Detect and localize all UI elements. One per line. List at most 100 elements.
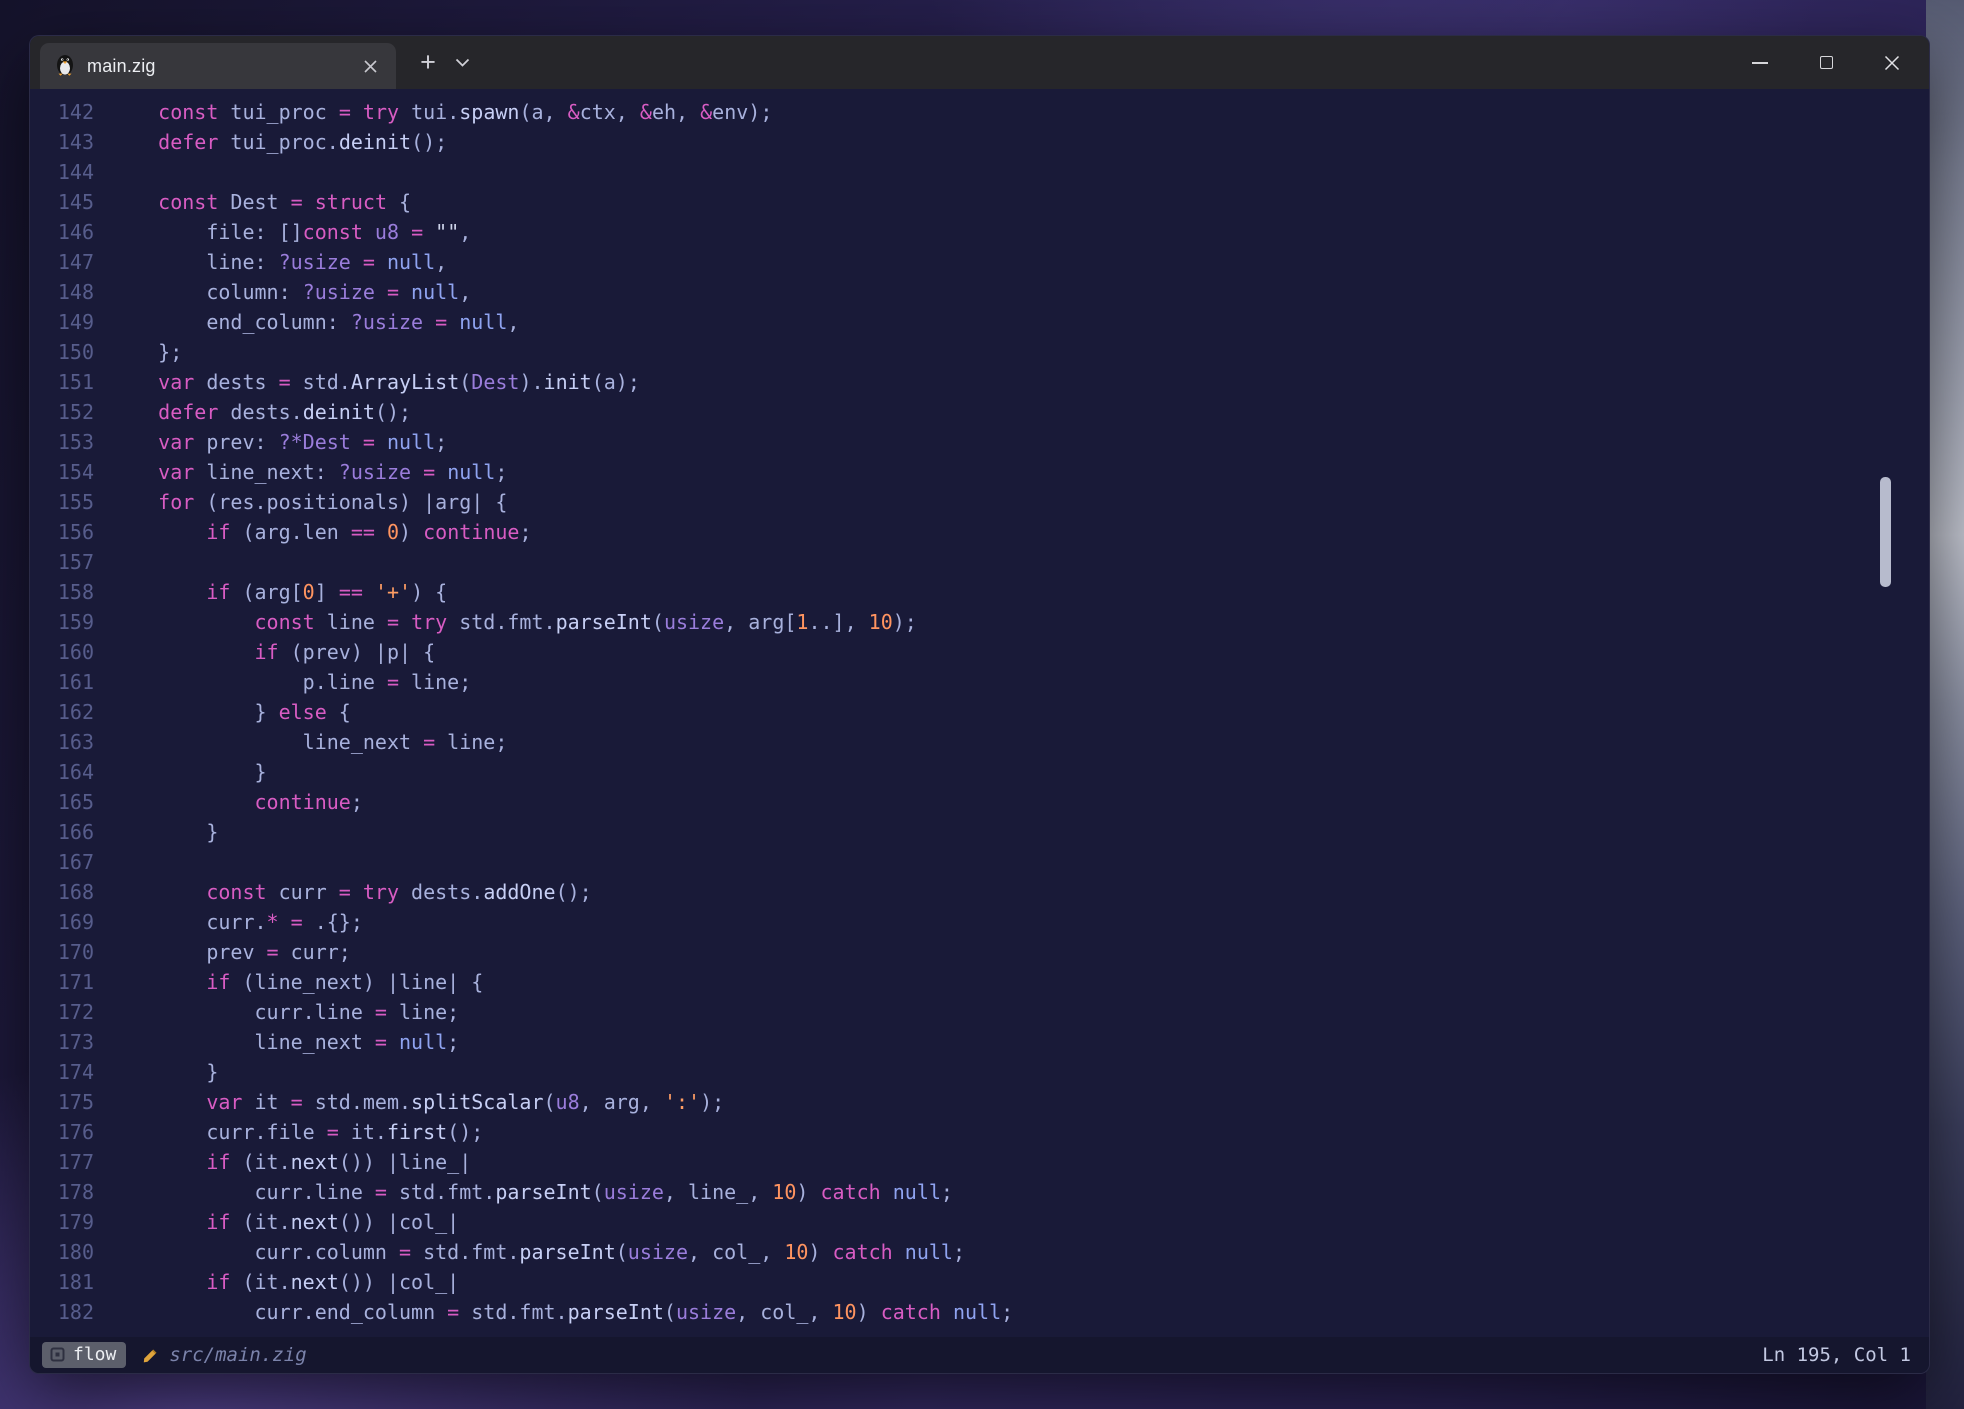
code-line: 154 var line_next: ?usize = null; [30,457,1929,487]
line-number: 154 [30,457,94,487]
window-controls [1735,36,1929,89]
line-number: 182 [30,1297,94,1327]
line-number: 161 [30,667,94,697]
code-text: if (prev) |p| { [110,637,435,667]
code-line: 163 line_next = line; [30,727,1929,757]
code-line: 155 for (res.positionals) |arg| { [30,487,1929,517]
maximize-icon [1820,56,1833,69]
tab-list-chevron-icon[interactable] [455,58,470,68]
close-button[interactable] [1867,36,1917,89]
code-editor[interactable]: 142 const tui_proc = try tui.spawn(a, &c… [30,89,1929,1337]
new-tab-button[interactable]: + [413,49,443,76]
code-line: 152 defer dests.deinit(); [30,397,1929,427]
tab-close-icon[interactable] [358,54,382,78]
code-text: if (it.next()) |line_| [110,1147,471,1177]
code-line: 179 if (it.next()) |col_| [30,1207,1929,1237]
code-text: } [110,817,218,847]
code-line: 149 end_column: ?usize = null, [30,307,1929,337]
line-number: 144 [30,157,94,187]
code-line: 172 curr.line = line; [30,997,1929,1027]
line-number: 169 [30,907,94,937]
line-number: 173 [30,1027,94,1057]
code-text: column: ?usize = null, [110,277,471,307]
code-text: var prev: ?*Dest = null; [110,427,447,457]
code-line: 181 if (it.next()) |col_| [30,1267,1929,1297]
tab-main-zig[interactable]: main.zig [40,43,396,89]
maximize-button[interactable] [1801,36,1851,89]
scrollbar-thumb[interactable] [1880,477,1891,587]
line-number: 160 [30,637,94,667]
flow-mode-chip[interactable]: flow [42,1342,126,1368]
code-line: 174 } [30,1057,1929,1087]
minimize-button[interactable] [1735,36,1785,89]
line-number: 179 [30,1207,94,1237]
cursor-position[interactable]: Ln 195, Col 1 [1762,1344,1911,1366]
wallpaper-statue-strip [1926,0,1964,1409]
code-text: line_next = line; [110,727,507,757]
code-text: file: []const u8 = "", [110,217,471,247]
line-number: 175 [30,1087,94,1117]
code-line: 178 curr.line = std.fmt.parseInt(usize, … [30,1177,1929,1207]
code-line: 151 var dests = std.ArrayList(Dest).init… [30,367,1929,397]
code-text: curr.end_column = std.fmt.parseInt(usize… [110,1297,1013,1327]
line-number: 178 [30,1177,94,1207]
line-number: 171 [30,967,94,997]
code-line: 158 if (arg[0] == '+') { [30,577,1929,607]
line-number: 156 [30,517,94,547]
code-text: curr.column = std.fmt.parseInt(usize, co… [110,1237,965,1267]
line-number: 177 [30,1147,94,1177]
code-line: 176 curr.file = it.first(); [30,1117,1929,1147]
code-text: if (arg[0] == '+') { [110,577,447,607]
code-line: 146 file: []const u8 = "", [30,217,1929,247]
line-number: 180 [30,1237,94,1267]
code-line: 156 if (arg.len == 0) continue; [30,517,1929,547]
line-number: 145 [30,187,94,217]
code-line: 177 if (it.next()) |line_| [30,1147,1929,1177]
code-text: var dests = std.ArrayList(Dest).init(a); [110,367,640,397]
minimize-icon [1752,62,1768,64]
tab-title: main.zig [87,56,347,77]
file-modified-pencil-icon [142,1347,159,1364]
code-text: defer tui_proc.deinit(); [110,127,447,157]
code-text: p.line = line; [110,667,471,697]
code-text: if (it.next()) |col_| [110,1267,459,1297]
line-number: 168 [30,877,94,907]
code-line: 169 curr.* = .{}; [30,907,1929,937]
line-number: 155 [30,487,94,517]
line-number: 163 [30,727,94,757]
code-text: line: ?usize = null, [110,247,447,277]
flow-logo-icon [50,1347,65,1362]
code-text: const line = try std.fmt.parseInt(usize,… [110,607,917,637]
line-number: 165 [30,787,94,817]
line-number: 148 [30,277,94,307]
code-text: const tui_proc = try tui.spawn(a, &ctx, … [110,97,772,127]
code-text: prev = curr; [110,937,351,967]
line-number: 142 [30,97,94,127]
code-text: }; [110,337,182,367]
code-line: 165 continue; [30,787,1929,817]
code-line: 153 var prev: ?*Dest = null; [30,427,1929,457]
file-path: src/main.zig [169,1344,306,1366]
code-line: 167 [30,847,1929,877]
code-line: 175 var it = std.mem.splitScalar(u8, arg… [30,1087,1929,1117]
line-number: 157 [30,547,94,577]
code-line: 173 line_next = null; [30,1027,1929,1057]
close-icon [1884,55,1900,71]
editor-window: main.zig + 142 const tui_proc = try tui.… [29,35,1930,1374]
code-text: end_column: ?usize = null, [110,307,519,337]
line-number: 158 [30,577,94,607]
code-text: line_next = null; [110,1027,459,1057]
app-name: flow [73,1344,116,1365]
code-text: curr.line = line; [110,997,459,1027]
line-number: 150 [30,337,94,367]
code-text: continue; [110,787,363,817]
code-text: if (line_next) |line| { [110,967,483,997]
tux-penguin-icon [54,52,76,81]
code-text: curr.file = it.first(); [110,1117,483,1147]
code-line: 143 defer tui_proc.deinit(); [30,127,1929,157]
code-line: 150 }; [30,337,1929,367]
code-line: 164 } [30,757,1929,787]
code-line: 144 [30,157,1929,187]
line-number: 152 [30,397,94,427]
line-number: 149 [30,307,94,337]
